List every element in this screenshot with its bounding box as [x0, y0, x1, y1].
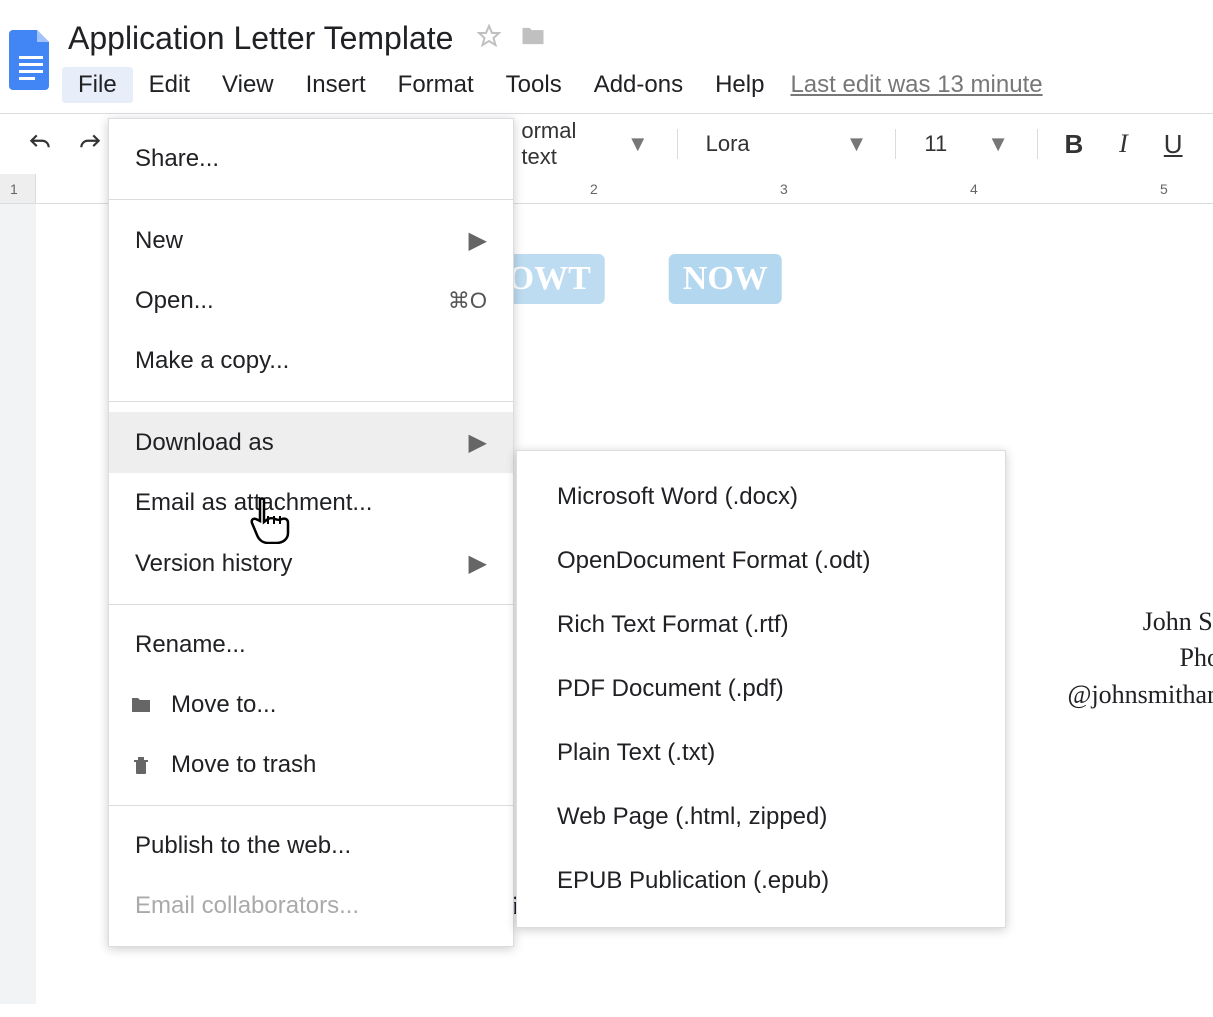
menu-label: EPUB Publication (.epub) — [557, 867, 965, 895]
menu-divider — [109, 805, 513, 806]
menu-label: Download as — [135, 429, 469, 457]
menu-item-open[interactable]: Open... ⌘O — [109, 271, 513, 331]
menu-item-version-history[interactable]: Version history ▶ — [109, 533, 513, 594]
menu-item-make-copy[interactable]: Make a copy... — [109, 331, 513, 391]
redo-button[interactable] — [70, 124, 110, 164]
toolbar-separator — [677, 129, 678, 159]
menu-item-move-to[interactable]: Move to... — [109, 675, 513, 735]
menu-label: Publish to the web... — [135, 832, 487, 860]
paragraph-style-label: ormal text — [521, 118, 617, 170]
watermark-part: NOW — [669, 254, 782, 304]
menu-divider — [109, 199, 513, 200]
menu-item-new[interactable]: New ▶ — [109, 210, 513, 271]
menu-item-email-collaborators[interactable]: Email collaborators... — [109, 876, 513, 936]
italic-button[interactable]: I — [1104, 124, 1144, 164]
menu-item-download-as[interactable]: Download as ▶ — [109, 412, 513, 473]
font-size-dropdown[interactable]: 11 ▼ — [912, 124, 1021, 164]
menu-label: Email collaborators... — [135, 892, 487, 920]
menu-divider — [109, 401, 513, 402]
menu-addons[interactable]: Add-ons — [578, 67, 699, 103]
submenu-item-rtf[interactable]: Rich Text Format (.rtf) — [517, 593, 1005, 657]
ruler-tick: 1 — [10, 181, 18, 197]
submenu-arrow-icon: ▶ — [469, 226, 487, 255]
contact-phone: Phon — [1068, 640, 1213, 676]
submenu-item-odt[interactable]: OpenDocument Format (.odt) — [517, 529, 1005, 593]
menu-label: New — [135, 227, 469, 255]
menu-label: Move to... — [171, 691, 487, 719]
menu-edit[interactable]: Edit — [133, 67, 206, 103]
watermark: HOWT NOW — [467, 254, 782, 304]
star-icon[interactable] — [477, 24, 501, 53]
folder-icon — [129, 693, 165, 717]
pointer-cursor-icon — [250, 494, 294, 549]
submenu-item-txt[interactable]: Plain Text (.txt) — [517, 721, 1005, 785]
paragraph-style-dropdown[interactable]: ormal text ▼ — [509, 124, 660, 164]
menu-item-publish[interactable]: Publish to the web... — [109, 816, 513, 876]
trash-icon — [129, 753, 165, 777]
contact-handle: @johnsmithand — [1068, 677, 1213, 713]
menu-insert[interactable]: Insert — [290, 67, 382, 103]
folder-icon[interactable] — [519, 22, 547, 55]
menu-label: Web Page (.html, zipped) — [557, 803, 965, 831]
caret-down-icon: ▼ — [627, 131, 649, 157]
menu-label: Version history — [135, 550, 469, 578]
caret-down-icon: ▼ — [987, 131, 1009, 157]
ruler-tick: 4 — [970, 181, 978, 197]
ruler-tick: 3 — [780, 181, 788, 197]
submenu-arrow-icon: ▶ — [469, 549, 487, 578]
google-docs-icon[interactable] — [0, 20, 62, 100]
menu-divider — [109, 604, 513, 605]
submenu-item-pdf[interactable]: PDF Document (.pdf) — [517, 657, 1005, 721]
watermark-circle-icon — [619, 254, 655, 290]
menu-tools[interactable]: Tools — [490, 67, 578, 103]
menu-label: OpenDocument Format (.odt) — [557, 547, 965, 575]
menu-label: Plain Text (.txt) — [557, 739, 965, 767]
toolbar-separator — [895, 129, 896, 159]
contact-block: John Sm Phon @johnsmithand — [1068, 604, 1213, 713]
last-edit-link[interactable]: Last edit was 13 minute — [790, 67, 1042, 103]
underline-button[interactable]: U — [1153, 124, 1193, 164]
toolbar-separator — [1037, 129, 1038, 159]
submenu-arrow-icon: ▶ — [469, 428, 487, 457]
font-family-label: Lora — [706, 131, 776, 157]
menu-item-move-to-trash[interactable]: Move to trash — [109, 735, 513, 795]
submenu-item-docx[interactable]: Microsoft Word (.docx) — [517, 465, 1005, 529]
document-title[interactable]: Application Letter Template — [62, 18, 459, 59]
ruler-tick: 5 — [1160, 181, 1168, 197]
file-menu-dropdown: Share... New ▶ Open... ⌘O Make a copy...… — [108, 118, 514, 947]
menu-item-rename[interactable]: Rename... — [109, 615, 513, 675]
submenu-item-html[interactable]: Web Page (.html, zipped) — [517, 785, 1005, 849]
caret-down-icon: ▼ — [846, 131, 868, 157]
menu-label: Microsoft Word (.docx) — [557, 483, 965, 511]
menu-label: Rich Text Format (.rtf) — [557, 611, 965, 639]
ruler-tick: 2 — [590, 181, 598, 197]
menu-item-email-attachment[interactable]: Email as attachment... — [109, 473, 513, 533]
submenu-item-epub[interactable]: EPUB Publication (.epub) — [517, 849, 1005, 913]
menu-file[interactable]: File — [62, 67, 133, 103]
font-family-dropdown[interactable]: Lora ▼ — [694, 124, 880, 164]
menu-label: Email as attachment... — [135, 489, 487, 517]
undo-button[interactable] — [20, 124, 60, 164]
bold-button[interactable]: B — [1054, 124, 1094, 164]
menu-label: Rename... — [135, 631, 487, 659]
download-as-submenu: Microsoft Word (.docx) OpenDocument Form… — [516, 450, 1006, 928]
menu-shortcut: ⌘O — [448, 288, 487, 314]
menu-help[interactable]: Help — [699, 67, 780, 103]
font-size-label: 11 — [924, 131, 947, 157]
menu-format[interactable]: Format — [382, 67, 490, 103]
menu-label: Make a copy... — [135, 347, 487, 375]
menu-view[interactable]: View — [206, 67, 290, 103]
menu-label: Share... — [135, 145, 487, 173]
menubar: File Edit View Insert Format Tools Add-o… — [62, 67, 1213, 103]
menu-item-share[interactable]: Share... — [109, 129, 513, 189]
contact-name: John Sm — [1068, 604, 1213, 640]
menu-label: Move to trash — [171, 751, 487, 779]
menu-label: PDF Document (.pdf) — [557, 675, 965, 703]
menu-label: Open... — [135, 287, 448, 315]
